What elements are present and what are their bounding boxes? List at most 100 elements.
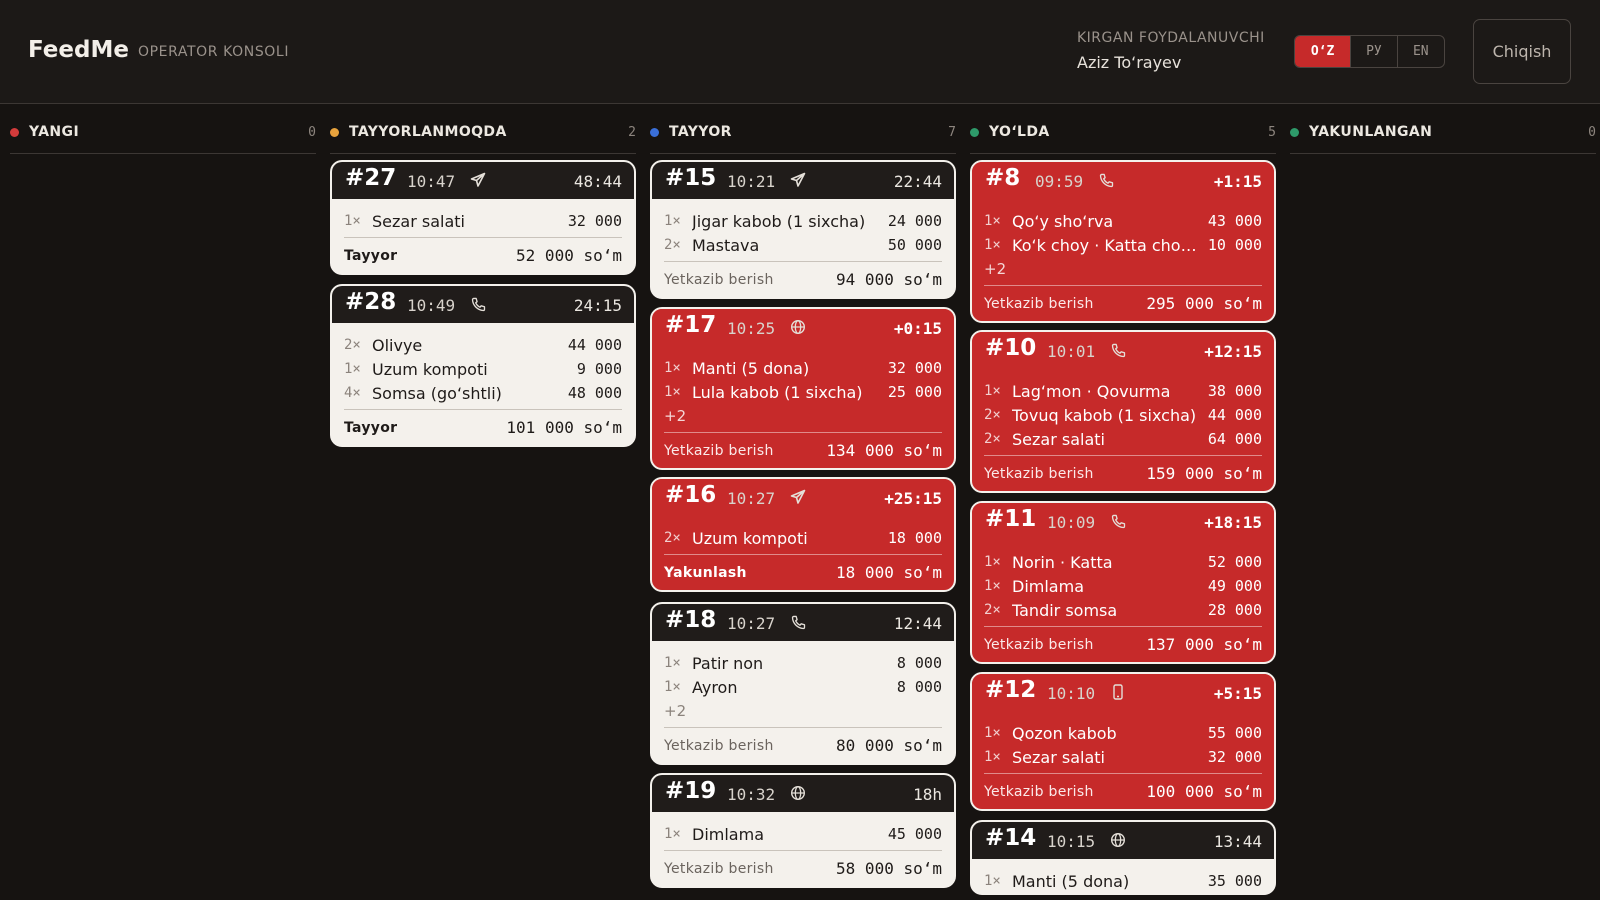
lang-uz-button[interactable]: O‘Z [1295,36,1352,67]
order-action-button[interactable]: Yetkazib berish [664,861,774,877]
order-action-button[interactable]: Yetkazib berish [984,784,1094,800]
item-price: 49 000 [1207,577,1262,595]
item-qty: 1× [984,725,1001,741]
order-card-header: #8 09:59 +1:15 [972,162,1274,199]
user-info: KIRGAN FOYDALANUVCHI Aziz To‘rayev [1077,30,1265,72]
order-item: 1× Qo‘y sho‘rva 43 000 [984,209,1262,233]
item-qty: 1× [984,873,1001,889]
column-header: YANGI 0 [10,104,316,154]
lang-ru-button[interactable]: РУ [1351,36,1398,67]
order-item: 1× Sezar salati 32 000 [984,745,1262,769]
item-name: Sezar salati [1012,429,1105,449]
order-item: 2× Tandir somsa 28 000 [984,598,1262,622]
order-card[interactable]: #12 10:10 +5:15 1× Qozon kabob 55 000 1× Sezar … [970,672,1276,811]
order-action-button[interactable]: Yetkazib berish [984,296,1094,312]
item-qty: 1× [344,361,361,377]
order-item: 1× Sezar salati 32 000 [344,209,622,233]
more-items-count: +2 [664,407,687,425]
order-card[interactable]: #17 10:25 +0:15 1× Manti (5 dona) 32 000 1× Lul… [650,307,956,470]
item-name: Sezar salati [372,211,465,231]
order-card[interactable]: #19 10:32 18h 1× Dimlama 45 000 Yetkazib beris… [650,773,956,888]
order-card[interactable]: #16 10:27 +25:15 2× Uzum kompoti 18 000 Yakunl… [650,477,956,592]
telegram-icon [789,171,807,189]
column-status-dot [1290,128,1299,137]
order-action-button[interactable]: Yetkazib berish [664,272,774,288]
order-card-footer: Yetkazib berish 94 000 so‘m [664,261,942,297]
logout-button[interactable]: Chiqish [1473,19,1571,84]
order-action-button[interactable]: Yetkazib berish [984,637,1094,653]
order-action-button[interactable]: Yetkazib berish [664,738,774,754]
item-name: Uzum kompoti [692,528,808,548]
order-card-body: 1× Patir non 8 000 1× Ayron 8 000 +2 Yetkazib b… [652,641,954,763]
order-number: #10 [985,335,1037,361]
more-items-count: +2 [984,260,1007,278]
order-number: #28 [345,289,397,315]
column-yo-lda: YO‘LDA 5 #8 09:59 +1:15 1× Qo‘y sho‘rva 43 000 1… [970,104,1276,900]
item-qty: 1× [664,360,681,376]
order-card-body: 1× Manti (5 dona) 32 000 1× Lula kabob (1 si… [652,346,954,468]
order-total: 94 000 so‘m [836,270,942,289]
order-card-body: 1× Dimlama 45 000 Yetkazib berish 58 000 so‘… [652,812,954,886]
order-card[interactable]: #18 10:27 12:44 1× Patir non 8 000 1× Ayron 8 00… [650,602,956,765]
order-item: 2× Uzum kompoti 18 000 [664,526,942,550]
order-card-body: 1× Lag‘mon · Qovurma 38 000 2× Tovuq kabob (… [972,369,1274,491]
item-name: Lag‘mon · Qovurma [1012,381,1171,401]
item-price: 10 000 [1207,236,1262,254]
order-card-header: #15 10:21 22:44 [652,162,954,199]
phone-icon [1109,341,1127,359]
column-yangi: YANGI 0 [10,104,316,900]
item-price: 44 000 [1207,406,1262,424]
order-card[interactable]: #11 10:09 +18:15 1× Norin · Katta 52 000 1× Dim… [970,501,1276,664]
column-header: TAYYOR 7 [650,104,956,154]
item-price: 35 000 [1207,872,1262,890]
order-item: 2× Sezar salati 64 000 [984,427,1262,451]
order-total: 134 000 so‘m [826,441,942,460]
item-qty: 1× [664,213,681,229]
order-item: 2× Tovuq kabob (1 sixcha) 44 000 [984,403,1262,427]
order-time: 10:27 [727,489,776,508]
order-action-button[interactable]: Yetkazib berish [664,443,774,459]
item-price: 32 000 [567,212,622,230]
order-card[interactable]: #28 10:49 24:15 2× Olivye 44 000 1× Uzum kompot… [330,284,636,447]
top-bar: FeedMe OPERATOR KONSOLI KIRGAN FOYDALANU… [0,0,1600,104]
order-timer: 22:44 [893,172,942,191]
phone-icon [1097,171,1115,189]
order-card-header: #17 10:25 +0:15 [652,309,954,346]
item-name: Sezar salati [1012,747,1105,767]
order-item: 1× Dimlama 49 000 [984,574,1262,598]
telegram-icon [469,171,487,189]
order-card[interactable]: #10 10:01 +12:15 1× Lag‘mon · Qovurma 38 000 2… [970,330,1276,493]
order-card[interactable]: #8 09:59 +1:15 1× Qo‘y sho‘rva 43 000 1× Ko‘k c… [970,160,1276,323]
item-qty: 4× [344,385,361,401]
order-action-button[interactable]: Tayyor [344,248,397,264]
column-title: YO‘LDA [989,124,1050,140]
order-total: 58 000 so‘m [836,859,942,878]
mobile-icon [1109,683,1127,701]
order-action-button[interactable]: Yetkazib berish [984,466,1094,482]
item-qty: 2× [664,530,681,546]
item-name: Manti (5 dona) [1012,871,1130,891]
order-timer: +0:15 [893,319,942,338]
order-card[interactable]: #14 10:15 13:44 1× Manti (5 dona) 35 000 [970,820,1276,895]
order-number: #15 [665,165,717,191]
order-action-button[interactable]: Tayyor [344,420,397,436]
order-card[interactable]: #27 10:47 48:44 1× Sezar salati 32 000 Tayyor 5… [330,160,636,275]
order-card-footer: Yetkazib berish 100 000 so‘m [984,773,1262,809]
item-qty: 2× [344,337,361,353]
item-qty: 1× [984,237,1001,253]
item-price: 64 000 [1207,430,1262,448]
item-price: 24 000 [887,212,942,230]
item-qty: 1× [664,655,681,671]
order-card-body: 2× Olivye 44 000 1× Uzum kompoti 9 000 4× Somsa… [332,323,634,445]
order-number: #17 [665,312,717,338]
order-number: #8 [985,165,1021,191]
order-item: 1× Manti (5 dona) 35 000 [984,869,1262,893]
item-price: 48 000 [567,384,622,402]
order-card[interactable]: #15 10:21 22:44 1× Jigar kabob (1 sixcha) 24 … [650,160,956,299]
order-item: 1× Lag‘mon · Qovurma 38 000 [984,379,1262,403]
more-items-count: +2 [664,702,687,720]
order-item: 1× Ko‘k choy · Katta choynak 10 000 [984,233,1262,257]
order-card-footer: Yetkazib berish 134 000 so‘m [664,432,942,468]
order-action-button[interactable]: Yakunlash [664,565,747,581]
lang-en-button[interactable]: EN [1398,36,1444,67]
